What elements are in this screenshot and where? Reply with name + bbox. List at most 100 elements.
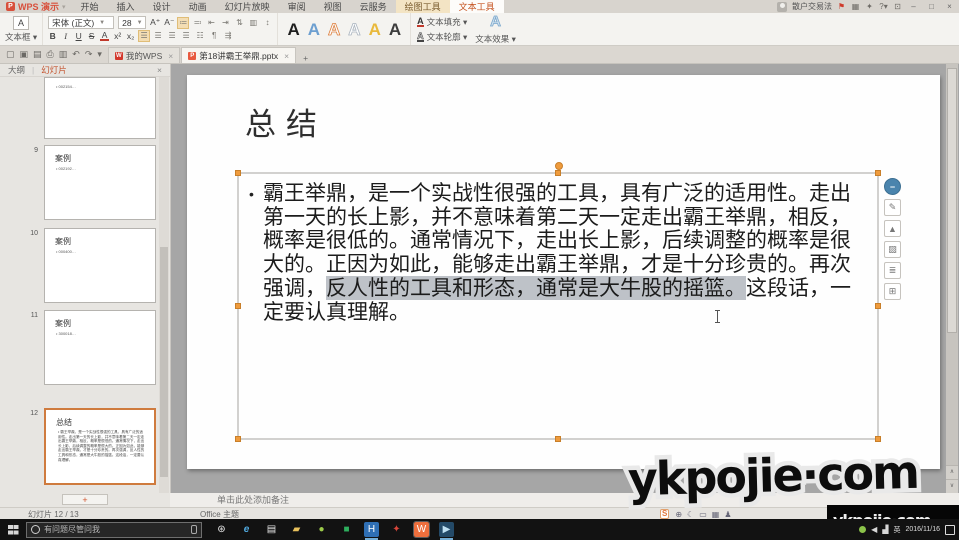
- outline-tab[interactable]: 大纲: [8, 64, 25, 76]
- text-effects-button[interactable]: A 文本效果 ▾: [475, 13, 516, 45]
- taskbar-app-store-icon[interactable]: ▤: [264, 522, 279, 537]
- export-icon[interactable]: ▥: [59, 49, 68, 60]
- resize-handle-topleft[interactable]: [235, 170, 241, 176]
- eye-protect-icon[interactable]: ☾: [687, 510, 694, 519]
- close-button[interactable]: ×: [943, 2, 956, 11]
- menu-tab-0[interactable]: 开始: [72, 0, 108, 13]
- selected-text[interactable]: 反人性的工具和形态，通常是大牛股的摇篮。: [326, 276, 746, 300]
- wordart-style-4[interactable]: A: [369, 21, 381, 38]
- bullets-icon[interactable]: ≔: [178, 18, 188, 28]
- undo-icon[interactable]: ↶: [72, 49, 80, 60]
- resize-handle-topright[interactable]: [875, 170, 881, 176]
- user-name[interactable]: 散户交易法: [792, 1, 832, 12]
- taskbar-app-red-icon[interactable]: ✦: [389, 522, 404, 537]
- menu-tab-1[interactable]: 插入: [108, 0, 144, 13]
- notes-bar[interactable]: 单击此处添加备注: [170, 493, 959, 508]
- sidebar-scrollbar-thumb[interactable]: [160, 247, 168, 477]
- line-spacing-icon[interactable]: ↕: [262, 18, 272, 28]
- shrink-font-button[interactable]: A⁻: [164, 17, 174, 28]
- taskbar-app-player-icon[interactable]: ▶: [439, 522, 454, 537]
- next-slide-button[interactable]: ∨: [946, 479, 958, 493]
- premium-icon[interactable]: ✦: [865, 2, 874, 11]
- tray-speaker-icon[interactable]: ◀: [871, 525, 877, 534]
- subscript-button[interactable]: x₂: [126, 31, 135, 41]
- toolbar-toggle-icon[interactable]: ⊡: [893, 2, 902, 11]
- user-avatar[interactable]: [777, 2, 787, 12]
- canvas-scrollbar[interactable]: ∧ ∨: [946, 63, 958, 493]
- underline-button[interactable]: U: [74, 31, 83, 41]
- resize-handle-midleft[interactable]: [235, 303, 241, 309]
- taskbar-app-wps-icon[interactable]: W: [414, 522, 429, 537]
- tray-date[interactable]: 2016/11/16: [905, 526, 940, 533]
- menu-tab-2[interactable]: 设计: [144, 0, 180, 13]
- edit-shape-icon[interactable]: ✎: [884, 199, 901, 216]
- font-color-button[interactable]: A: [100, 31, 109, 41]
- justify-icon[interactable]: ☰: [181, 31, 191, 41]
- app-logo[interactable]: P WPS 演示 ▾: [0, 0, 72, 13]
- align-right-icon[interactable]: ☰: [167, 31, 177, 41]
- panel-close-icon[interactable]: ×: [157, 65, 162, 75]
- save-icon[interactable]: ▤: [33, 49, 42, 60]
- resize-handle-bottommid[interactable]: [555, 436, 561, 442]
- new-document-tab-button[interactable]: +: [297, 53, 314, 63]
- tray-shield-icon[interactable]: [859, 526, 866, 533]
- wordart-style-5[interactable]: A: [389, 21, 401, 38]
- taskbar-app-explorer-icon[interactable]: ▰: [289, 522, 304, 537]
- menu-tab-6[interactable]: 视图: [315, 0, 351, 13]
- selected-textbox[interactable]: • 霸王举鼎，是一个实战性很强的工具，具有广泛的适用性。走出第一天的长上影，并不…: [237, 172, 879, 440]
- menu-tab-9[interactable]: 文本工具: [450, 0, 504, 13]
- resize-handle-topmid[interactable]: [555, 170, 561, 176]
- document-tab-0[interactable]: W我的WPS×: [108, 47, 180, 63]
- bold-button[interactable]: B: [48, 31, 57, 41]
- normal-view-icon[interactable]: ▭: [699, 510, 707, 519]
- document-tab-1[interactable]: P第18讲霸王举鼎.pptx×: [181, 47, 296, 63]
- announce-flag-icon[interactable]: ⚑: [837, 2, 846, 11]
- strikethrough-button[interactable]: S: [87, 31, 96, 41]
- slides-tab[interactable]: 幻灯片: [41, 64, 67, 76]
- align-left-icon[interactable]: ☰: [139, 31, 149, 41]
- tray-network-icon[interactable]: ▟: [882, 525, 888, 534]
- slide-thumbnail-12[interactable]: 总结• 霸王举鼎，是一个实战性很强的工具，具有广泛的适用性。走出第一天的长上影，…: [44, 408, 156, 485]
- tab-close-icon[interactable]: ×: [168, 51, 173, 61]
- slide-title[interactable]: 总结: [245, 99, 327, 144]
- taskbar-app-edge-icon[interactable]: e: [239, 522, 254, 537]
- collapse-toolbar-icon[interactable]: −: [884, 178, 901, 195]
- menu-tab-8[interactable]: 绘图工具: [396, 0, 450, 13]
- rotate-handle[interactable]: [555, 162, 563, 170]
- slide-thumbnail-partial[interactable]: • 002154…: [44, 77, 156, 139]
- tab-close-icon[interactable]: ×: [284, 51, 289, 61]
- menu-tab-7[interactable]: 云服务: [351, 0, 396, 13]
- text-fill-button[interactable]: A 文本填充 ▾: [417, 16, 467, 28]
- redo-icon[interactable]: ↷: [85, 49, 93, 60]
- increase-indent-icon[interactable]: ⇥: [220, 18, 230, 28]
- ime-indicator[interactable]: 英: [893, 525, 900, 535]
- align-grid-icon[interactable]: ⊞: [884, 283, 901, 300]
- textbox-button[interactable]: A 文本框 ▾: [0, 13, 43, 45]
- quickbar-caret-icon[interactable]: ▾: [97, 49, 102, 60]
- open-folder-icon[interactable]: ▣: [20, 49, 29, 60]
- text-direction-icon[interactable]: ⇅: [234, 18, 244, 28]
- crop-icon[interactable]: ▨: [884, 241, 901, 258]
- paragraph-icon[interactable]: ¶: [209, 31, 219, 41]
- grow-font-button[interactable]: A⁺: [150, 17, 160, 28]
- canvas-scrollbar-thumb[interactable]: [947, 68, 957, 333]
- text-outline-button[interactable]: A 文本轮廓 ▾: [417, 31, 467, 43]
- picture-fill-icon[interactable]: ▲: [884, 220, 901, 237]
- wordart-style-1[interactable]: A: [308, 21, 320, 38]
- font-name-select[interactable]: 宋体 (正文)▼: [48, 16, 114, 29]
- menu-tab-4[interactable]: 幻灯片放映: [216, 0, 279, 13]
- menu-tab-3[interactable]: 动画: [180, 0, 216, 13]
- restore-button[interactable]: □: [925, 2, 938, 11]
- calendar-icon[interactable]: ▦: [851, 2, 860, 11]
- taskbar-app-blue-icon[interactable]: H: [364, 522, 379, 537]
- taskbar-app-green-square-icon[interactable]: ■: [339, 522, 354, 537]
- superscript-button[interactable]: x²: [113, 31, 122, 41]
- print-icon[interactable]: ⎙: [47, 49, 54, 60]
- fit-view-icon[interactable]: ⊕: [675, 510, 682, 519]
- start-button[interactable]: [0, 525, 26, 535]
- previous-slide-button[interactable]: ∧: [946, 465, 958, 479]
- columns-icon[interactable]: ▥: [248, 18, 258, 28]
- resize-handle-bottomleft[interactable]: [235, 436, 241, 442]
- slide-canvas[interactable]: 总结 • 霸王举鼎，是一个实战性很强的工具，具有广泛的适用性。走出第一天的长上影…: [187, 75, 940, 469]
- align-center-icon[interactable]: ☰: [153, 31, 163, 41]
